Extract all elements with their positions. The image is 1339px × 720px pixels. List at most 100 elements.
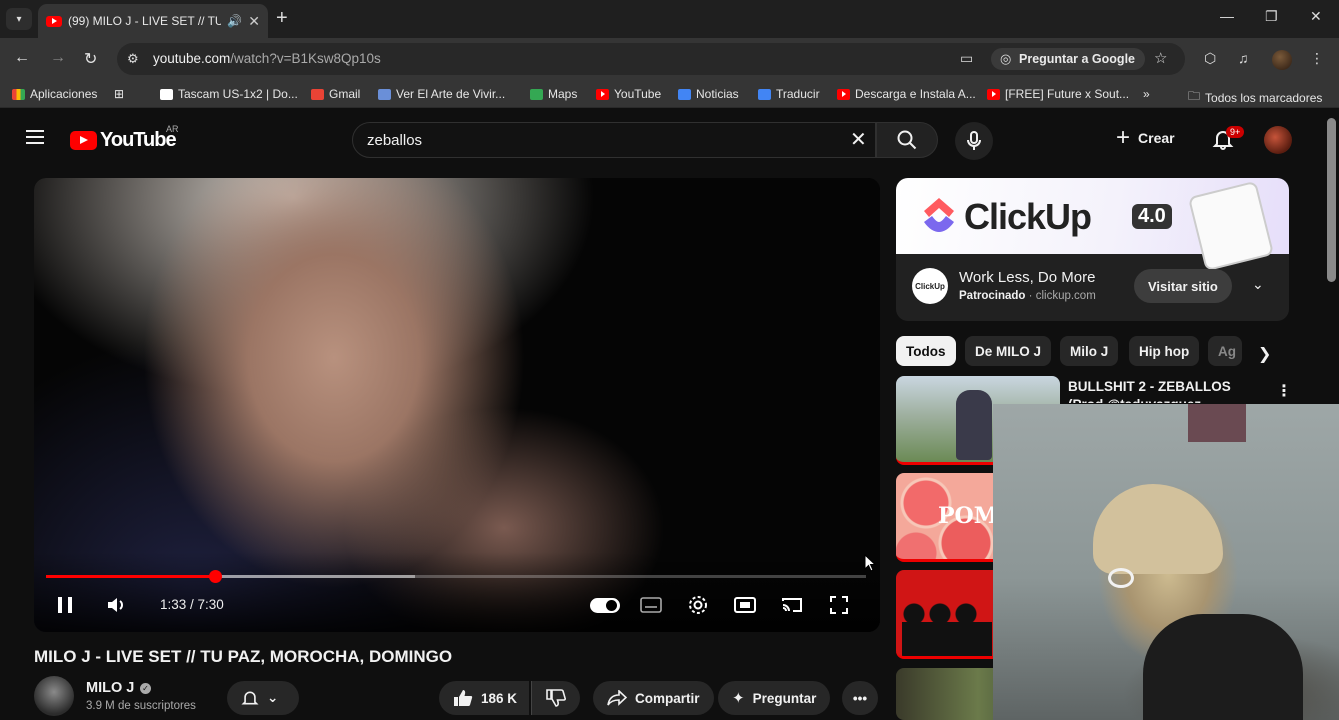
ask-google-button[interactable]: Preguntar a Google	[991, 48, 1145, 70]
chip-hip-hop[interactable]: Hip hop	[1129, 336, 1200, 366]
time-display: 1:33 / 7:30	[160, 597, 224, 612]
tab-search-button[interactable]: ▾	[6, 8, 32, 30]
address-bar[interactable]: ⚙ youtube.com/watch?v=B1Ksw8Qp10s ▭ Preg…	[117, 43, 1185, 75]
tab-close-icon[interactable]: ✕	[248, 13, 260, 30]
share-button[interactable]: Compartir	[593, 681, 714, 715]
volume-icon[interactable]	[106, 596, 126, 614]
bookmark-grid[interactable]: ⊞	[114, 87, 124, 101]
chips-next-chevron-icon[interactable]: ❯	[1258, 344, 1271, 364]
bookmark-tascam[interactable]: Tascam US-1x2 | Do...	[160, 87, 298, 101]
video-title: MILO J - LIVE SET // TU PAZ, MOROCHA, DO…	[34, 647, 453, 666]
install-app-icon[interactable]: ▭	[960, 50, 973, 67]
country-code: AR	[166, 124, 179, 134]
window-close-icon[interactable]: ✕	[1310, 8, 1322, 25]
browser-tab-active[interactable]: (99) MILO J - LIVE SET // TU 🔊 ✕	[38, 4, 268, 38]
site-info-icon[interactable]: ⚙	[127, 51, 139, 67]
pause-icon[interactable]	[58, 597, 72, 613]
subtitles-icon[interactable]	[640, 597, 662, 613]
youtube-logo[interactable]: YouTube AR	[70, 124, 179, 152]
clear-search-icon[interactable]: ✕	[850, 130, 867, 150]
bookmark-descarga[interactable]: Descarga e Instala A...	[837, 87, 976, 101]
sparkle-icon: ✦	[732, 690, 745, 707]
thumbs-down-icon	[546, 689, 566, 707]
bookmark-apps[interactable]: Aplicaciones	[12, 87, 97, 101]
thumbnail-figure	[956, 390, 992, 460]
new-tab-button[interactable]: +	[276, 7, 288, 30]
sponsored-ad[interactable]: ClickUp 4.0 ClickUp Work Less, Do More P…	[896, 178, 1289, 321]
chip-de-milo-j[interactable]: De MILO J	[965, 336, 1052, 366]
chip-todos[interactable]: Todos	[896, 336, 956, 366]
youtube-logo-icon	[70, 131, 97, 150]
like-button[interactable]: 186 K	[439, 681, 530, 715]
like-count: 186 K	[481, 690, 518, 706]
progress-bar[interactable]	[46, 570, 866, 583]
thumbnail-silhouettes	[902, 600, 992, 656]
channel-name[interactable]: MILO J	[86, 680, 134, 696]
bookmark-arte-de-vivir[interactable]: Ver El Arte de Vivir...	[378, 87, 505, 101]
all-bookmarks[interactable]: 🗀 Todos los marcadores	[1188, 87, 1322, 108]
more-bookmarks-icon[interactable]: »	[1143, 87, 1150, 101]
ask-button[interactable]: ✦ Preguntar	[718, 681, 831, 715]
menu-icon[interactable]	[26, 130, 44, 144]
browser-menu-icon[interactable]: ⋮	[1310, 50, 1324, 67]
progress-played	[46, 575, 216, 578]
settings-gear-icon[interactable]	[688, 595, 708, 615]
chip-milo-j[interactable]: Milo J	[1060, 336, 1119, 366]
create-button[interactable]: + Crear	[1116, 126, 1175, 150]
youtube-icon	[596, 88, 609, 100]
minimize-icon[interactable]: —	[1220, 8, 1234, 24]
mouse-cursor-icon	[864, 554, 876, 572]
microphone-icon	[967, 131, 981, 150]
subscription-bell-button[interactable]: ⌄	[227, 681, 299, 715]
search-button[interactable]	[876, 122, 938, 158]
channel-avatar[interactable]	[34, 676, 74, 716]
recommendation-title[interactable]: BULLSHIT 2 - ZEBALLOS (Prod @taduvazquez…	[1068, 378, 1268, 403]
notification-badge: 9+	[1226, 126, 1245, 138]
bookmark-traducir[interactable]: Traducir	[758, 87, 820, 101]
ad-expand-chevron-icon[interactable]: ⌄	[1252, 276, 1264, 293]
webcam-cap-logo	[1108, 568, 1134, 588]
ad-banner[interactable]: ClickUp 4.0	[896, 178, 1289, 272]
voice-search-button[interactable]	[955, 122, 993, 160]
cast-icon[interactable]	[781, 597, 803, 613]
extensions-icon[interactable]: ⬡	[1204, 50, 1216, 67]
search-input[interactable]: zeballos	[352, 122, 876, 158]
restore-icon[interactable]: ❐	[1265, 8, 1278, 25]
bookmark-star-icon[interactable]: ☆	[1154, 49, 1167, 67]
theater-mode-icon[interactable]	[734, 597, 756, 613]
folder-icon: 🗀	[1188, 89, 1201, 103]
subscriber-count: 3.9 M de suscriptores	[86, 700, 196, 712]
more-actions-button[interactable]: •••	[842, 681, 878, 715]
video-player[interactable]: 1:33 / 7:30	[34, 178, 880, 632]
bookmark-maps[interactable]: Maps	[530, 87, 577, 101]
bookmark-free-future[interactable]: [FREE] Future x Sout...	[987, 87, 1129, 101]
media-control-icon[interactable]: ♫	[1238, 50, 1249, 66]
bookmarks-bar: Aplicaciones ⊞ Tascam US-1x2 | Do... Gma…	[0, 80, 1339, 108]
apps-grid-icon: ⊞	[114, 87, 125, 101]
url-text[interactable]: youtube.com/watch?v=B1Ksw8Qp10s	[153, 51, 381, 66]
bookmark-youtube[interactable]: YouTube	[596, 87, 661, 101]
bookmark-gmail[interactable]: Gmail	[311, 87, 360, 101]
webcam-background-object	[1188, 404, 1246, 442]
bookmark-noticias[interactable]: Noticias	[678, 87, 739, 101]
dislike-button[interactable]	[531, 681, 580, 715]
reload-icon[interactable]: ↻	[84, 49, 97, 69]
recommendation-menu-icon[interactable]: ⋮	[1276, 381, 1292, 401]
tascam-icon	[160, 88, 173, 100]
ad-advertiser-icon[interactable]: ClickUp	[912, 268, 948, 304]
page-scrollbar[interactable]	[1327, 118, 1336, 282]
youtube-logo-text: YouTube	[100, 129, 177, 151]
fullscreen-icon[interactable]	[830, 596, 848, 614]
visit-site-button[interactable]: Visitar sitio	[1134, 269, 1232, 303]
ad-headline[interactable]: Work Less, Do More	[959, 269, 1095, 286]
account-avatar[interactable]	[1264, 126, 1292, 154]
autoplay-toggle[interactable]	[590, 598, 620, 613]
ad-sponsor-line: Patrocinado · clickup.com	[959, 290, 1096, 302]
speaker-icon[interactable]: 🔊	[227, 14, 242, 28]
chip-ag[interactable]: Ag	[1208, 336, 1242, 366]
back-icon[interactable]: ←	[14, 49, 30, 67]
verified-check-icon: ✓	[140, 683, 151, 694]
profile-avatar[interactable]	[1272, 50, 1292, 70]
webcam-shirt	[1143, 614, 1303, 720]
forward-icon[interactable]: →	[50, 49, 66, 67]
